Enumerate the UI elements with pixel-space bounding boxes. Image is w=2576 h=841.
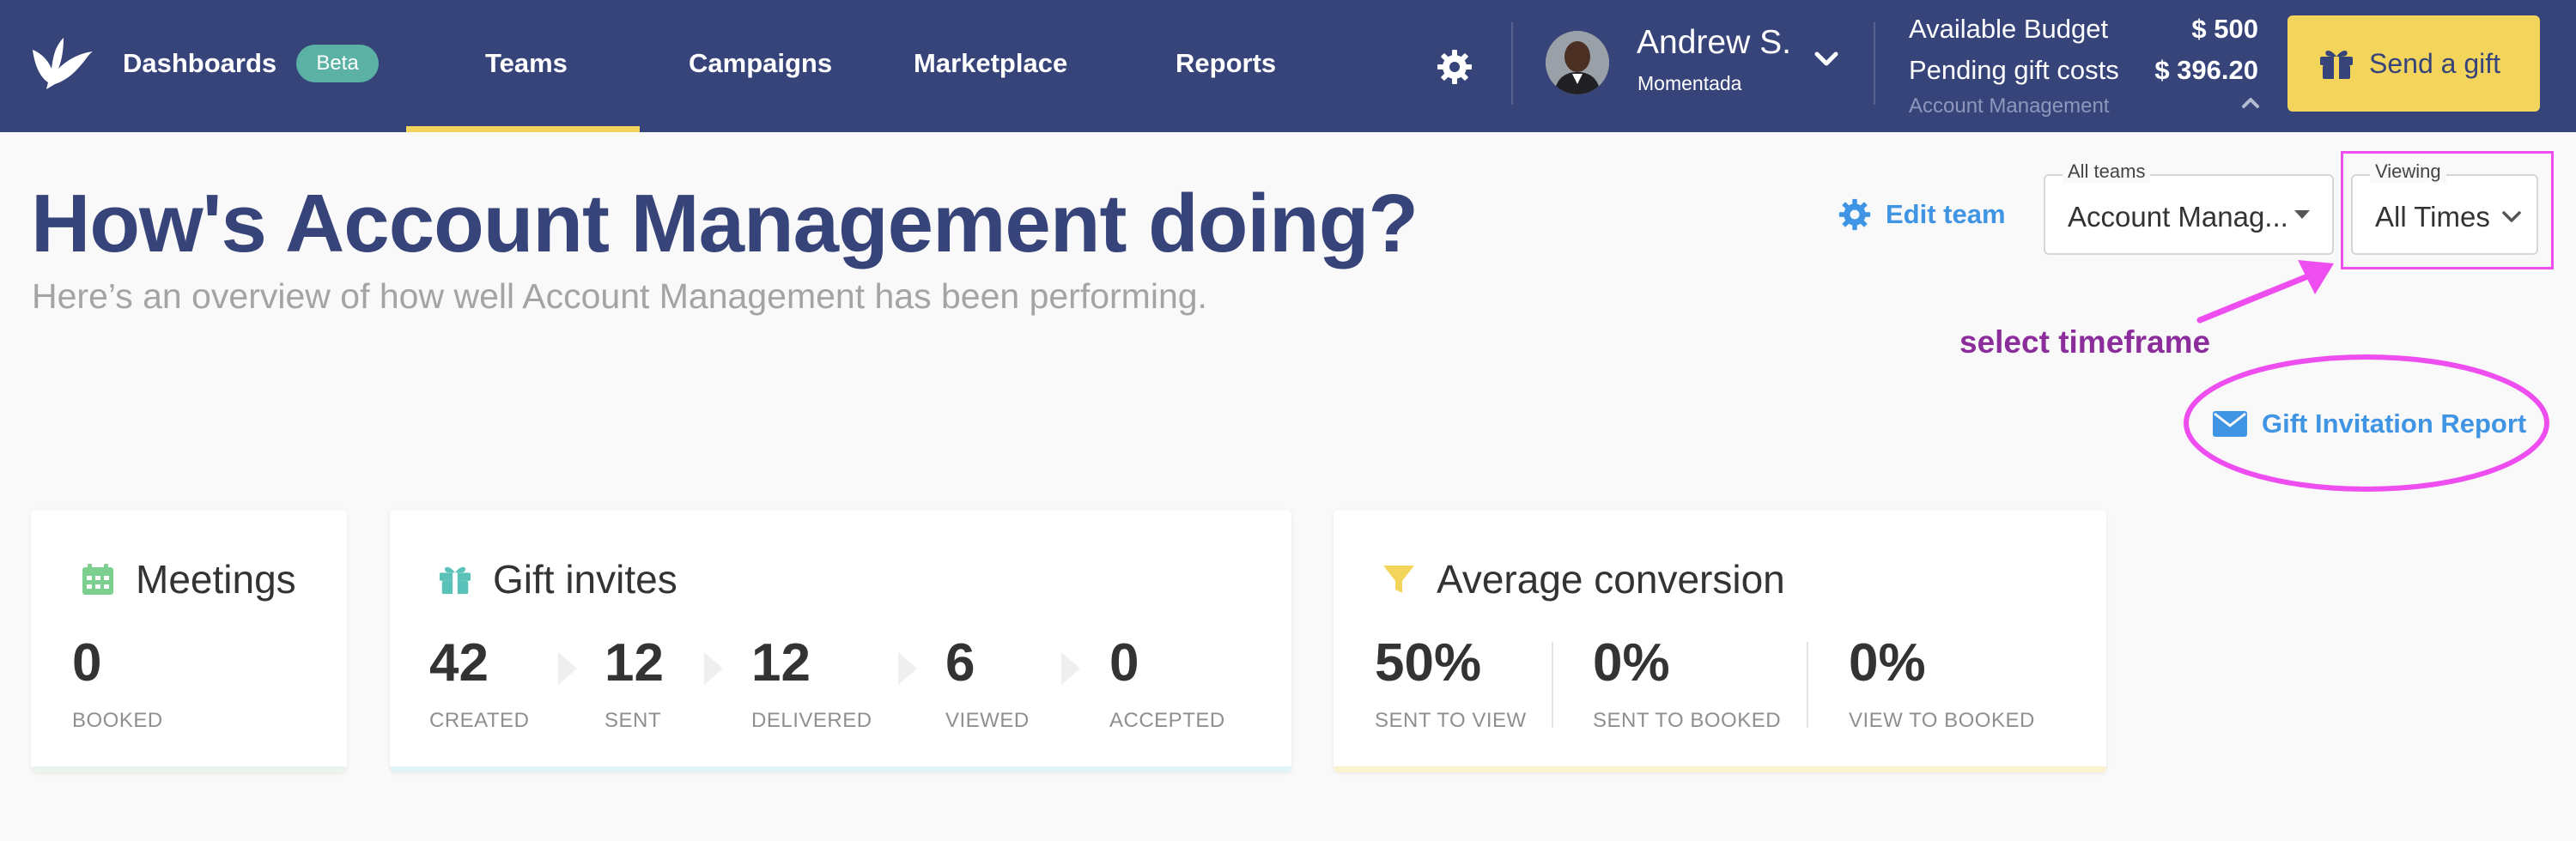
metric-value: 0% — [1849, 633, 1926, 693]
send-gift-label: Send a gift — [2369, 48, 2500, 79]
user-name[interactable]: Andrew S. — [1637, 24, 1791, 62]
metric-label: DELIVERED — [751, 709, 872, 732]
step-arrow-icon — [704, 652, 723, 685]
caret-down-icon — [2294, 210, 2310, 219]
user-avatar[interactable] — [1546, 31, 1609, 94]
nav-divider — [1874, 22, 1875, 105]
metric-label: SENT TO BOOKED — [1593, 709, 1782, 732]
timeframe-select-value: All Times — [2375, 201, 2490, 233]
top-nav-bar: Dashboards Beta Teams Campaigns Marketpl… — [0, 0, 2576, 132]
calendar-icon — [82, 564, 113, 595]
metric-sent-to-view: 50% SENT TO VIEW — [1375, 637, 1527, 733]
active-tab-indicator — [406, 126, 640, 132]
page-subtitle: Here’s an overview of how well Account M… — [32, 276, 1207, 316]
metric-label: BOOKED — [72, 709, 163, 732]
available-budget-label: Available Budget — [1909, 14, 2109, 44]
step-arrow-icon — [558, 652, 577, 685]
send-gift-button[interactable]: Send a gift — [2287, 15, 2540, 112]
available-budget-value: $ 500 — [2191, 14, 2258, 44]
timeframe-select-legend: Viewing — [2370, 160, 2446, 183]
annotation-select-timeframe: select timeframe — [1959, 324, 2211, 360]
metric-divider — [1552, 642, 1553, 728]
gear-icon — [1838, 198, 1871, 231]
page-title: How's Account Management doing? — [31, 178, 1419, 269]
metric-divider — [1807, 642, 1808, 728]
metric-view-to-booked: 0% VIEW TO BOOKED — [1849, 637, 2035, 733]
card-accent-bar — [31, 766, 347, 772]
metric-value: 50% — [1375, 633, 1482, 693]
gift-invitation-report-label: Gift Invitation Report — [2262, 408, 2527, 439]
metric-value: 0 — [72, 633, 102, 693]
gift-invites-title: Gift invites — [493, 557, 677, 602]
nav-marketplace[interactable]: Marketplace — [914, 48, 1067, 79]
metric-created: 42 CREATED — [429, 637, 529, 733]
budget-team-label: Account Management — [1909, 94, 2110, 118]
chevron-down-icon[interactable] — [1814, 50, 1839, 69]
gift-invitation-report-link[interactable]: Gift Invitation Report — [2212, 405, 2526, 443]
step-arrow-icon — [898, 652, 917, 685]
meetings-title: Meetings — [136, 557, 296, 602]
metric-label: ACCEPTED — [1109, 709, 1225, 732]
gift-invites-card: Gift invites 42 CREATED 12 SENT 12 DELIV… — [390, 510, 1291, 772]
card-accent-bar — [390, 766, 1291, 772]
metric-viewed: 6 VIEWED — [945, 637, 1030, 733]
gift-icon — [2320, 51, 2353, 79]
meetings-card: Meetings 0 BOOKED — [31, 510, 347, 772]
nav-reports[interactable]: Reports — [1176, 48, 1276, 79]
average-conversion-title: Average conversion — [1437, 557, 1785, 602]
pending-costs-value: $ 396.20 — [2154, 55, 2258, 85]
user-org: Momentada — [1637, 72, 1742, 94]
edit-team-label: Edit team — [1886, 199, 2006, 229]
team-select-legend: All teams — [2063, 160, 2151, 183]
metric-label: CREATED — [429, 709, 530, 732]
metric-accepted: 0 ACCEPTED — [1109, 637, 1225, 733]
metric-value: 12 — [751, 633, 811, 693]
beta-badge: Beta — [296, 45, 379, 82]
metric-booked: 0 BOOKED — [72, 637, 163, 733]
funnel-icon — [1383, 566, 1414, 593]
step-arrow-icon — [1061, 652, 1080, 685]
chevron-up-icon[interactable] — [2241, 96, 2260, 110]
nav-campaigns[interactable]: Campaigns — [689, 48, 832, 79]
metric-delivered: 12 DELIVERED — [751, 637, 872, 733]
metric-sent-to-booked: 0% SENT TO BOOKED — [1593, 637, 1781, 733]
metric-value: 6 — [945, 633, 975, 693]
team-select[interactable]: All teams Account Manag... — [2044, 160, 2334, 255]
timeframe-select[interactable]: Viewing All Times — [2351, 160, 2538, 255]
metric-value: 0% — [1593, 633, 1670, 693]
nav-divider — [1511, 22, 1513, 105]
metric-value: 42 — [429, 633, 489, 693]
metric-value: 12 — [605, 633, 664, 693]
metric-label: SENT — [605, 709, 662, 732]
settings-gear-icon[interactable] — [1436, 48, 1473, 86]
edit-team-button[interactable]: Edit team — [1838, 196, 2006, 233]
nav-teams[interactable]: Teams — [485, 48, 568, 79]
chevron-down-icon — [2502, 211, 2521, 222]
gift-icon — [439, 566, 471, 595]
metric-label: SENT TO VIEW — [1375, 709, 1527, 732]
envelope-icon — [2213, 411, 2247, 437]
metric-label: VIEWED — [945, 709, 1030, 732]
average-conversion-card: Average conversion 50% SENT TO VIEW 0% S… — [1334, 510, 2106, 772]
team-select-value: Account Manag... — [2068, 201, 2288, 233]
metric-label: VIEW TO BOOKED — [1849, 709, 2035, 732]
bird-logo-icon[interactable] — [29, 34, 98, 91]
metric-sent: 12 SENT — [605, 637, 664, 733]
metric-value: 0 — [1109, 633, 1139, 693]
pending-costs-label: Pending gift costs — [1909, 55, 2119, 85]
nav-dashboards[interactable]: Dashboards — [123, 48, 276, 79]
card-accent-bar — [1334, 766, 2106, 772]
